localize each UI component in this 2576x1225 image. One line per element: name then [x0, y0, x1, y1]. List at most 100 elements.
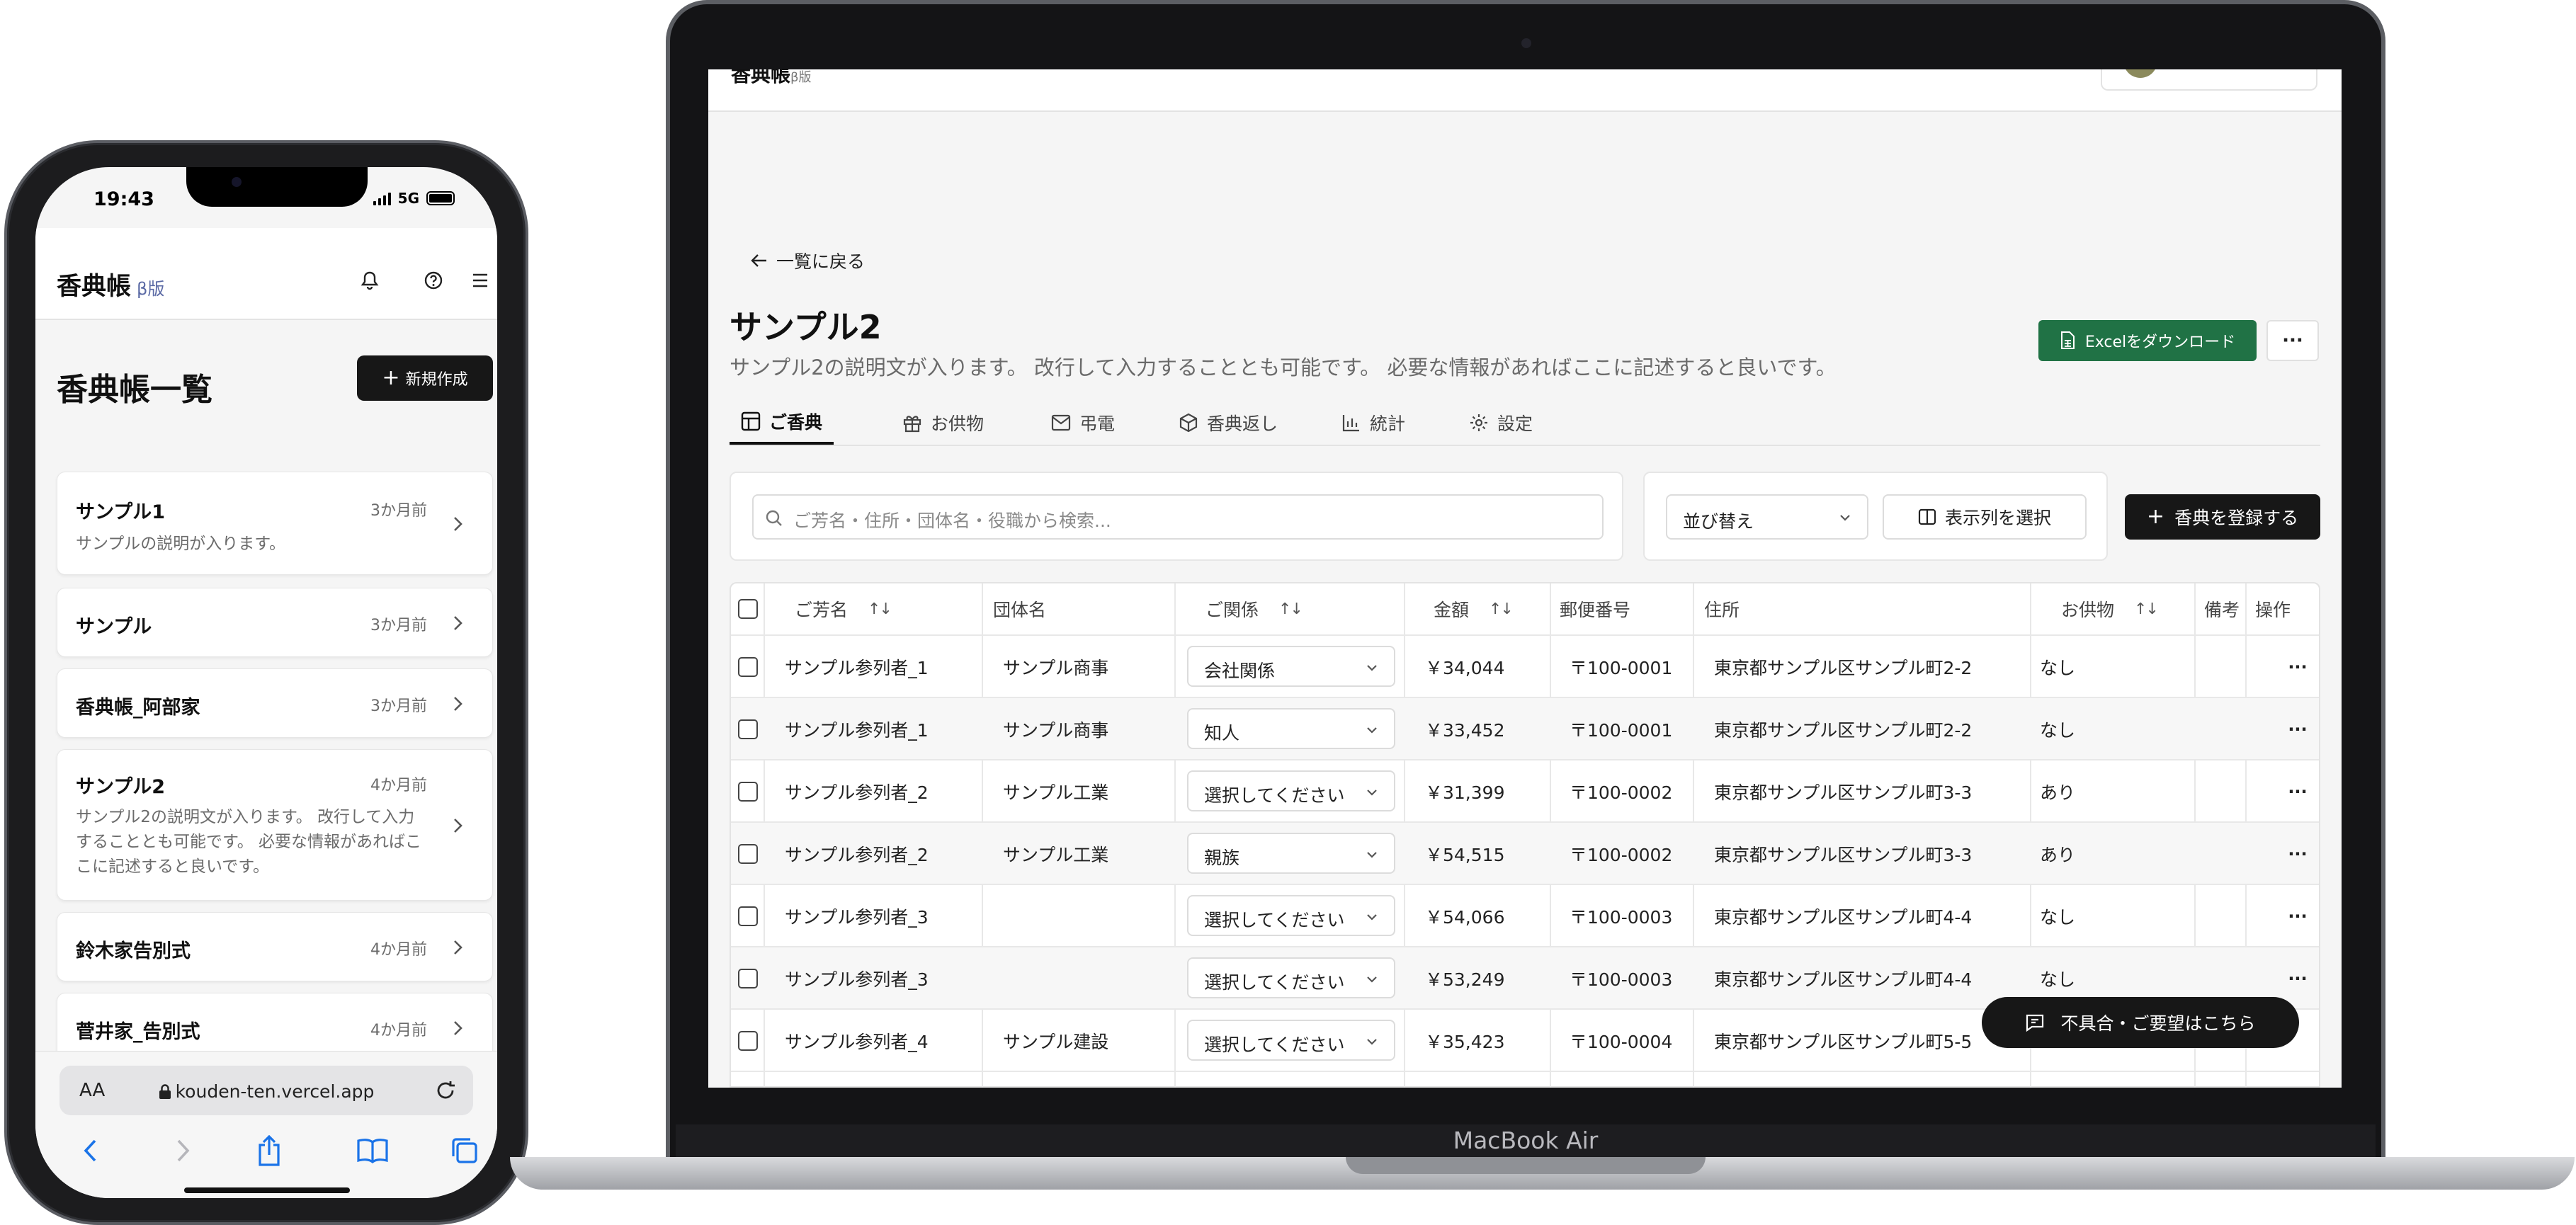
user-menu[interactable] — [2101, 69, 2317, 91]
list-item[interactable]: 香典帳_阿部家 3か月前 — [57, 668, 493, 738]
relation-select[interactable]: 会社関係 — [1187, 646, 1395, 687]
page-title: サンプル2 — [730, 308, 882, 346]
page-description: サンプル2の説明文が入ります。 改行して入力することとも可能です。 必要な情報が… — [730, 355, 1837, 380]
row-checkbox[interactable] — [738, 760, 758, 823]
column-header-amount[interactable]: 金額 ↑↓ — [1434, 583, 1514, 634]
menu-icon[interactable] — [467, 268, 493, 293]
file-spreadsheet-icon — [2060, 331, 2075, 349]
status-indicators: 5G — [373, 190, 455, 207]
row-checkbox[interactable] — [738, 636, 758, 698]
chevron-right-icon — [454, 819, 463, 833]
app-title[interactable]: 香典帳 β版 — [57, 266, 164, 302]
tab-telegrams[interactable]: 弔電 — [1051, 401, 1115, 445]
search-panel: ご芳名・住所・団体名・役職から検索... — [730, 472, 1623, 561]
app-logo[interactable]: 香典帳β版 — [731, 69, 812, 88]
feedback-button[interactable]: 不具合・ご要望はこちら — [1982, 997, 2299, 1048]
laptop-opening-notch — [1346, 1157, 1706, 1174]
chevron-down-icon — [1367, 852, 1377, 858]
share-icon[interactable] — [249, 1131, 289, 1170]
browser-toolbar: AA kouden-ten.vercel.app — [35, 1051, 497, 1198]
chevron-right-icon — [454, 697, 463, 711]
row-checkbox[interactable] — [738, 885, 758, 947]
row-checkbox[interactable] — [738, 698, 758, 760]
relation-select[interactable]: 選択してください — [1187, 770, 1395, 811]
gift-icon — [903, 416, 921, 433]
beta-badge: β版 — [137, 279, 165, 299]
list-item[interactable]: 鈴木家告別式 4か月前 — [57, 912, 493, 981]
sort-icon: ↑↓ — [1278, 600, 1303, 618]
more-options-button[interactable]: ··· — [2266, 320, 2319, 361]
relation-select[interactable]: 選択してください — [1187, 1020, 1395, 1061]
row-actions-button[interactable]: ··· — [2276, 760, 2319, 823]
phone-screen: 19:43 5G 香典帳 β版 香典帳一覧 + 新規作成 サンプル1 3か月前 サン… — [35, 167, 497, 1198]
reload-icon[interactable] — [433, 1078, 458, 1102]
chevron-down-icon — [1367, 976, 1377, 983]
chevron-down-icon — [1367, 665, 1377, 671]
chevron-down-icon — [1840, 515, 1850, 521]
signal-icon — [373, 191, 391, 205]
row-actions-button[interactable]: ··· — [2276, 698, 2319, 760]
column-header-relation[interactable]: ご関係 ↑↓ — [1205, 583, 1303, 634]
relation-select[interactable]: 知人 — [1187, 708, 1395, 749]
bookmarks-icon[interactable] — [353, 1131, 392, 1170]
row-checkbox[interactable] — [738, 823, 758, 885]
tab-statistics[interactable]: 統計 — [1341, 401, 1405, 445]
row-actions-button[interactable]: ··· — [2276, 885, 2319, 947]
list-item[interactable]: サンプル1 3か月前 サンプルの説明が入ります。 — [57, 472, 493, 575]
column-header-name[interactable]: ご芳名 ↑↓ — [795, 583, 892, 634]
page-title: 香典帳一覧 — [57, 372, 212, 408]
tab-return-gifts[interactable]: 香典返し — [1179, 401, 1278, 445]
list-item[interactable]: サンプル2 4か月前 サンプル2の説明文が入ります。 改行して入力することとも可… — [57, 749, 493, 901]
tab-bar: ご香典 お供物 弔電 香典返し 統計 設定 — [730, 401, 2320, 446]
tab-koden[interactable]: ご香典 — [730, 401, 834, 445]
tab-settings[interactable]: 設定 — [1469, 401, 1533, 445]
lock-icon — [159, 1084, 171, 1099]
chevron-right-icon — [454, 940, 463, 955]
url-text: kouden-ten.vercel.app — [59, 1081, 473, 1102]
table-row[interactable]: サンプル参列者_1 サンプル商事 知人 ￥33,452 〒100-0001 東京… — [731, 697, 2319, 759]
help-icon[interactable] — [421, 268, 446, 293]
sort-select[interactable]: 並び替え — [1666, 494, 1868, 540]
row-checkbox[interactable] — [738, 947, 758, 1010]
desktop-app-header: 香典帳β版 — [708, 69, 2342, 112]
column-header-offering[interactable]: お供物 ↑↓ — [2061, 583, 2159, 634]
chevron-down-icon — [1367, 790, 1377, 796]
select-all-checkbox[interactable] — [738, 583, 758, 634]
message-square-icon — [2026, 1014, 2044, 1032]
mobile-app-header: 香典帳 β版 — [35, 228, 497, 320]
column-header-actions: 操作 — [2255, 600, 2291, 620]
relation-select[interactable]: 選択してください — [1187, 957, 1395, 998]
table-row[interactable]: サンプル参列者_2 サンプル工業 選択してください ￥31,399 〒100-0… — [731, 759, 2319, 821]
search-input[interactable]: ご芳名・住所・団体名・役職から検索... — [752, 494, 1604, 540]
plus-icon: + — [382, 365, 400, 390]
address-bar[interactable]: AA kouden-ten.vercel.app — [59, 1066, 473, 1115]
table-row[interactable] — [731, 1071, 2319, 1088]
bell-icon[interactable] — [357, 268, 382, 293]
forward-arrow-icon[interactable] — [163, 1131, 203, 1170]
excel-download-button[interactable]: Excelをダウンロード — [2038, 320, 2257, 361]
table-row[interactable]: サンプル参列者_3 選択してください ￥54,066 〒100-0003 東京都… — [731, 884, 2319, 946]
home-indicator[interactable] — [184, 1187, 350, 1193]
table-row[interactable]: サンプル参列者_1 サンプル商事 会社関係 ￥34,044 〒100-0001 … — [731, 634, 2319, 697]
back-link[interactable]: 一覧に戻る — [751, 248, 865, 273]
laptop-screen: 香典帳β版 一覧に戻る サンプル2 サンプル2の説明文が入ります。 改行して入力… — [708, 69, 2342, 1088]
sort-icon: ↑↓ — [2134, 600, 2159, 618]
register-koden-button[interactable]: + 香典を登録する — [2125, 494, 2320, 540]
list-item[interactable]: サンプル 3か月前 — [57, 588, 493, 657]
row-actions-button[interactable]: ··· — [2276, 636, 2319, 698]
tabs-icon[interactable] — [445, 1131, 484, 1170]
search-icon — [766, 510, 782, 526]
tab-offerings[interactable]: お供物 — [902, 401, 984, 445]
back-arrow-icon[interactable] — [71, 1131, 110, 1170]
search-placeholder: ご芳名・住所・団体名・役職から検索... — [793, 511, 1111, 531]
select-columns-button[interactable]: 表示列を選択 — [1883, 494, 2087, 540]
relation-select[interactable]: 親族 — [1187, 833, 1395, 874]
row-actions-button[interactable]: ··· — [2276, 823, 2319, 885]
columns-icon — [1918, 508, 1936, 525]
relation-select[interactable]: 選択してください — [1187, 895, 1395, 936]
webcam-icon — [1521, 38, 1531, 48]
table-row[interactable]: サンプル参列者_2 サンプル工業 親族 ￥54,515 〒100-0002 東京… — [731, 821, 2319, 884]
chevron-down-icon — [1367, 1039, 1377, 1045]
new-create-button[interactable]: + 新規作成 — [357, 355, 493, 401]
row-checkbox[interactable] — [738, 1010, 758, 1072]
